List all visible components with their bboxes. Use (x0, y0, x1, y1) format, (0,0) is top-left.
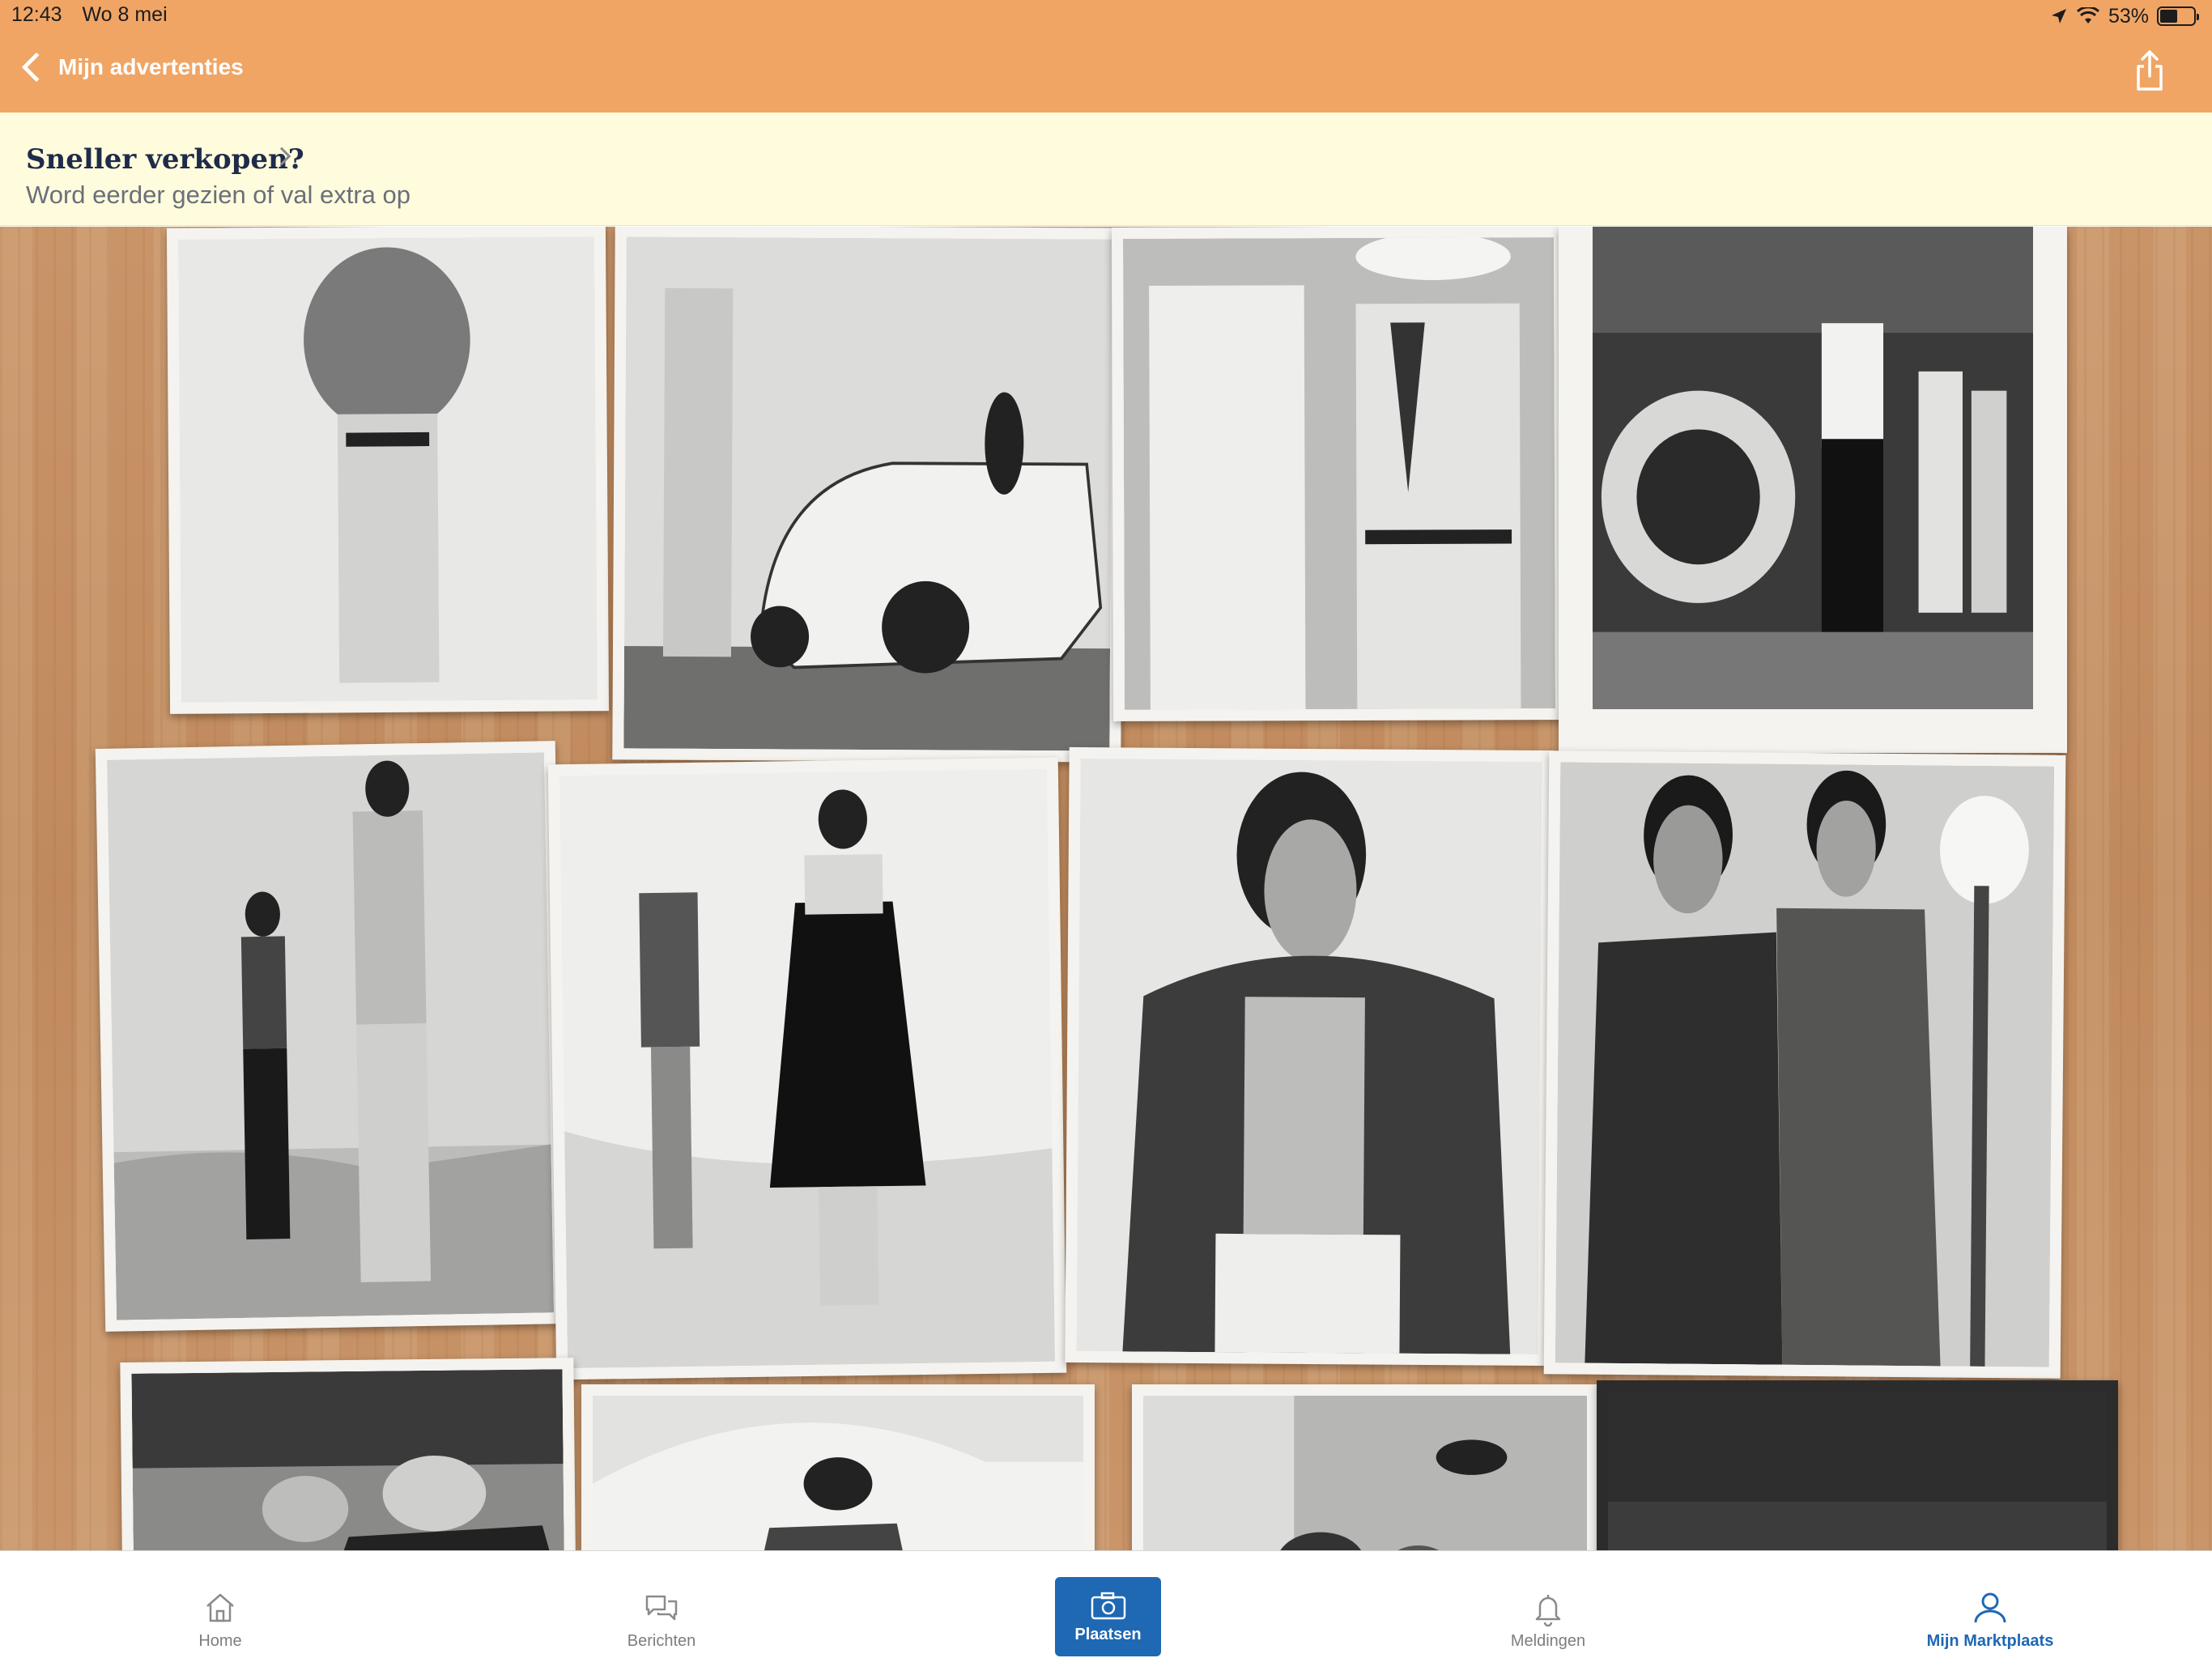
tab-mijn-marktplaats[interactable]: Mijn Marktplaats (1885, 1551, 2095, 1658)
status-time: 12:43 (11, 3, 62, 26)
photo-print (1111, 227, 1568, 721)
back-button[interactable]: Mijn advertenties (18, 47, 244, 87)
promo-banner[interactable]: Sneller verkopen? Word eerder gezien of … (0, 113, 2212, 226)
photo-print (166, 227, 610, 714)
tab-bar: Home Berichten Plaatsen Meldingen Mijn M… (0, 1550, 2212, 1658)
tab-home-label: Home (198, 1632, 242, 1650)
photo-print (1559, 227, 2067, 753)
wifi-icon (2076, 7, 2099, 23)
photo-print (120, 1358, 576, 1550)
app-screen: 12:43 Wo 8 mei 53% Mijn advertenties Sne… (0, 0, 2212, 1658)
bell-icon (1535, 1595, 1561, 1627)
tab-plaatsen-label: Plaatsen (1074, 1626, 1142, 1643)
tab-mijn-marktplaats-label: Mijn Marktplaats (1926, 1632, 2054, 1650)
battery-icon (2157, 6, 2199, 26)
home-icon (206, 1593, 234, 1622)
tab-plaatsen[interactable]: Plaatsen (1055, 1577, 1161, 1656)
photo-print (1065, 746, 1554, 1367)
share-button[interactable] (2129, 49, 2170, 92)
back-button-label: Mijn advertenties (58, 54, 244, 79)
battery-percentage: 53% (2108, 4, 2149, 28)
share-icon (2137, 50, 2163, 91)
tab-meldingen[interactable]: Meldingen (1443, 1551, 1653, 1658)
photo-print (612, 227, 1124, 763)
status-bar-right: 53% (2050, 3, 2199, 29)
location-arrow-icon (2051, 9, 2066, 23)
tab-berichten-label: Berichten (627, 1632, 696, 1650)
photo-print (1132, 1384, 1598, 1550)
promo-title: Sneller verkopen? (26, 143, 304, 176)
camera-icon (1091, 1592, 1125, 1620)
photo-print (1543, 750, 2066, 1379)
tab-home[interactable]: Home (115, 1551, 325, 1658)
chevron-left-icon (21, 52, 52, 83)
listing-photo[interactable] (0, 227, 2212, 1550)
photo-print (95, 741, 566, 1332)
tab-meldingen-label: Meldingen (1510, 1632, 1586, 1650)
status-date: Wo 8 mei (82, 3, 168, 26)
status-bar-left: 12:43 Wo 8 mei (11, 3, 182, 27)
photo-print (1597, 1380, 2118, 1550)
user-icon (1974, 1592, 2006, 1623)
photo-print (581, 1384, 1095, 1550)
photo-print (547, 757, 1067, 1380)
navigation-bar: 12:43 Wo 8 mei 53% Mijn advertenties (0, 0, 2212, 113)
promo-subtitle: Word eerder gezien of val extra op (26, 181, 411, 209)
tab-berichten[interactable]: Berichten (556, 1551, 767, 1658)
chat-bubbles-icon (645, 1595, 678, 1621)
